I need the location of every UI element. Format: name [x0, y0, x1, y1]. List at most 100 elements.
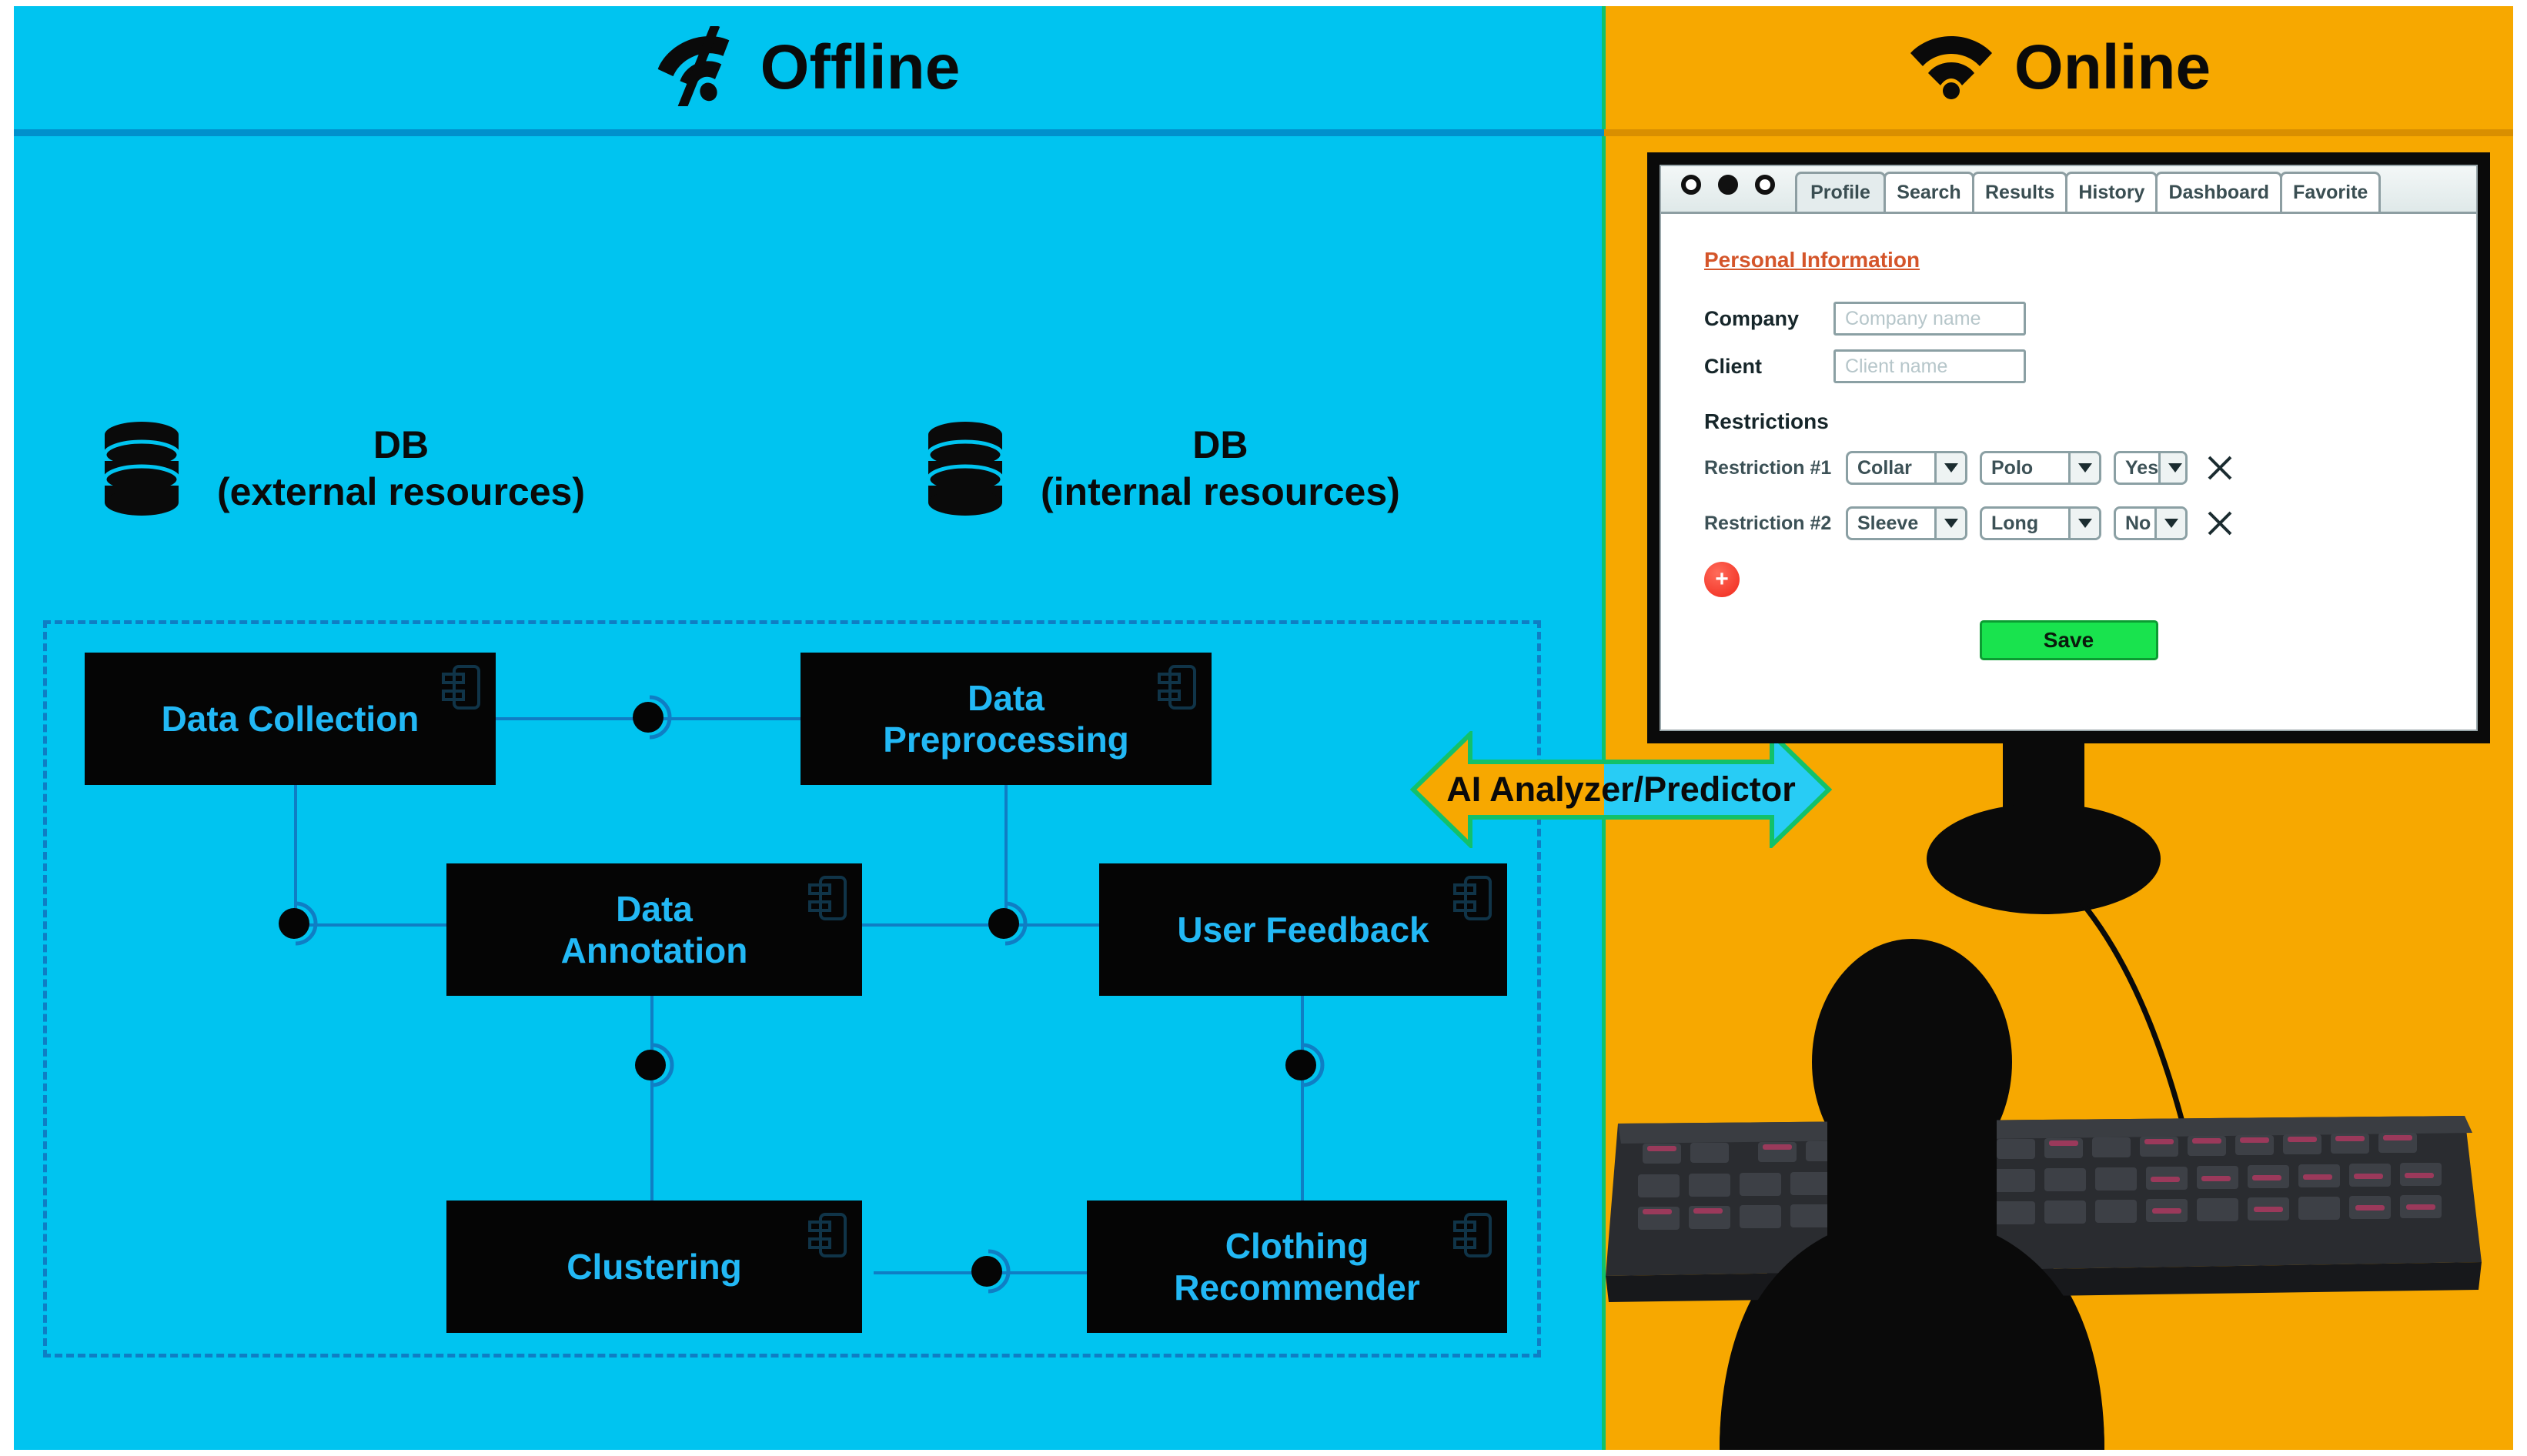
restriction-2-required-select[interactable]: No [2114, 506, 2188, 540]
component-label-line1: Clothing [1225, 1225, 1369, 1266]
component-label-line2: Recommender [1174, 1267, 1420, 1307]
interface-connector-icon [627, 1040, 677, 1090]
window-controls[interactable] [1664, 166, 1795, 212]
tab-label: Search [1897, 182, 1961, 203]
diagram-canvas: Offline Online DB (external resources) D… [0, 0, 2527, 1456]
uml-component-icon [808, 874, 848, 922]
component-label: User Feedback [1177, 909, 1429, 950]
save-button-row: Save [1704, 620, 2433, 660]
tab-results[interactable]: Results [1972, 172, 2068, 212]
component-data-preprocessing[interactable]: Data Preprocessing [801, 653, 1212, 785]
select-value: Sleeve [1857, 512, 1919, 534]
tab-search[interactable]: Search [1884, 172, 1974, 212]
wire-annotation-clustering [650, 994, 653, 1217]
database-internal-label: DB (internal resources) [1041, 422, 1400, 516]
component-user-feedback[interactable]: User Feedback [1099, 863, 1507, 996]
restriction-2-label: Restriction #2 [1704, 512, 1832, 534]
chevron-down-icon [1934, 453, 1965, 483]
component-clustering[interactable]: Clustering [446, 1201, 862, 1333]
workstation-illustration [1604, 723, 2513, 1450]
tab-label: Dashboard [2168, 182, 2270, 203]
component-clothing-recommender[interactable]: Clothing Recommender [1087, 1201, 1507, 1333]
database-icon [100, 419, 183, 518]
online-title: Online [2014, 32, 2211, 102]
chevron-down-icon [2068, 509, 2099, 538]
client-label: Client [1704, 354, 1763, 378]
component-label: Clothing Recommender [1174, 1225, 1420, 1309]
chevron-down-icon [2158, 453, 2185, 483]
tab-label: Favorite [2293, 182, 2368, 203]
restriction-1-label: Restriction #1 [1704, 456, 1832, 479]
window-control-dot[interactable] [1755, 174, 1775, 195]
wifi-icon [1908, 33, 1994, 103]
uml-component-icon [442, 663, 482, 711]
uml-component-icon [1453, 1211, 1493, 1259]
component-label: Data Collection [161, 698, 419, 739]
offline-title: Offline [760, 32, 961, 102]
component-label-line2: Preprocessing [883, 720, 1129, 760]
company-label: Company [1704, 306, 1800, 330]
db-subtitle: (external resources) [217, 470, 586, 513]
restriction-1-required-select[interactable]: Yes [2114, 451, 2188, 485]
company-input[interactable]: Company name [1833, 302, 2026, 336]
restriction-1-remove-button[interactable] [2204, 452, 2235, 483]
database-icon [924, 419, 1007, 518]
component-data-annotation[interactable]: Data Annotation [446, 863, 862, 996]
interface-connector-icon [625, 693, 674, 742]
component-data-collection[interactable]: Data Collection [85, 653, 496, 785]
db-subtitle: (internal resources) [1041, 470, 1400, 513]
save-button[interactable]: Save [1979, 620, 2158, 660]
database-internal: DB (internal resources) [924, 419, 1400, 518]
tab-profile[interactable]: Profile [1795, 172, 1886, 212]
monitor: Profile Search Results History Dashboard… [1647, 152, 2490, 743]
section-title-personal-information: Personal Information [1704, 248, 1920, 272]
select-value: Yes [2125, 456, 2159, 479]
tab-dashboard[interactable]: Dashboard [2155, 172, 2283, 212]
field-row-client: Client Client name [1704, 349, 2433, 383]
select-value: Polo [1991, 456, 2034, 479]
client-input[interactable]: Client name [1833, 349, 2026, 383]
browser-tabbar: Profile Search Results History Dashboard… [1661, 166, 2476, 214]
interface-connector-icon [271, 899, 320, 948]
offline-header: Offline [14, 22, 1602, 114]
restriction-2-attribute-select[interactable]: Sleeve [1846, 506, 1967, 540]
window-control-dot[interactable] [1681, 174, 1701, 195]
uml-component-icon [808, 1211, 848, 1259]
component-label-line2: Annotation [560, 930, 748, 970]
database-external: DB (external resources) [100, 419, 585, 518]
restriction-1-attribute-select[interactable]: Collar [1846, 451, 1967, 485]
online-header-rule [1604, 129, 2513, 136]
monitor-base [1927, 803, 2161, 914]
component-label: Data Annotation [561, 888, 748, 972]
restriction-2-value-select[interactable]: Long [1980, 506, 2101, 540]
window-control-dot[interactable] [1718, 174, 1738, 195]
wifi-off-icon [656, 22, 740, 111]
tab-label: History [2078, 182, 2145, 203]
chevron-down-icon [2154, 509, 2185, 538]
tab-label: Results [1985, 182, 2055, 203]
wire-feedback-recommender [1301, 994, 1304, 1217]
select-value: Collar [1857, 456, 1912, 479]
component-label-line1: Data [968, 677, 1045, 718]
interface-connector-icon [1278, 1040, 1327, 1090]
restrictions-heading: Restrictions [1704, 409, 1829, 433]
interface-connector-icon [964, 1247, 1013, 1296]
restriction-1-value-select[interactable]: Polo [1980, 451, 2101, 485]
db-title: DB [373, 423, 430, 466]
interface-connector-icon [981, 899, 1030, 948]
cable [2079, 900, 2194, 1155]
wire-left-annotation [308, 923, 454, 927]
component-label: Clustering [567, 1246, 742, 1287]
chevron-down-icon [1934, 509, 1965, 538]
online-header: Online [1606, 22, 2513, 114]
restriction-row-1: Restriction #1 Collar Polo Yes [1704, 451, 2433, 485]
add-restriction-button[interactable]: + [1704, 562, 1740, 597]
uml-component-icon [1158, 663, 1198, 711]
field-row-company: Company Company name [1704, 302, 2433, 336]
tab-history[interactable]: History [2065, 172, 2158, 212]
restriction-2-remove-button[interactable] [2204, 508, 2235, 539]
profile-page: Personal Information Company Company nam… [1661, 214, 2476, 730]
chevron-down-icon [2068, 453, 2099, 483]
tab-favorite[interactable]: Favorite [2280, 172, 2382, 212]
component-label: Data Preprocessing [883, 677, 1129, 761]
